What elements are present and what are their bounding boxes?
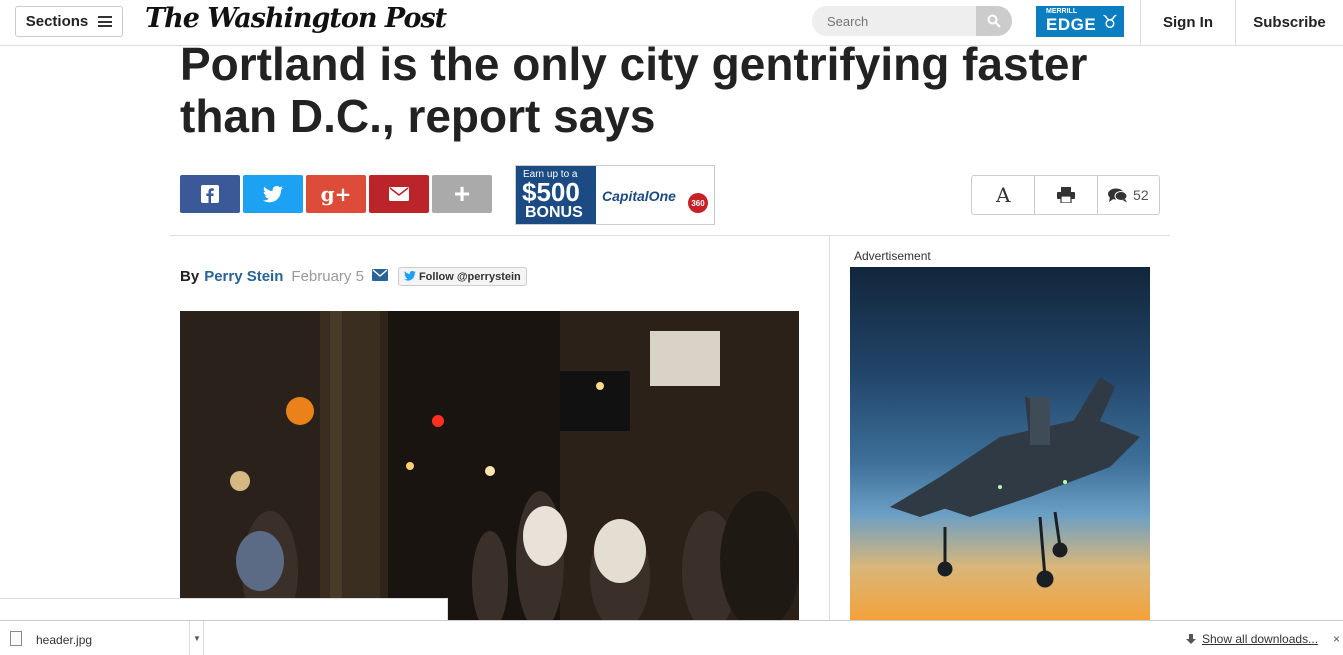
sign-in-link[interactable]: Sign In (1140, 0, 1235, 45)
bull-logo-icon: ♉ (1101, 12, 1118, 32)
twitter-icon (263, 185, 283, 202)
share-more-button[interactable]: + (432, 175, 492, 213)
headline-line-1: Portland is the only city gentrifying fa… (180, 38, 1088, 90)
font-size-button[interactable]: A (972, 176, 1034, 214)
follow-twitter-button[interactable]: Follow @perrystein (397, 267, 527, 286)
merrill-ad-main-text: EDGE (1046, 15, 1097, 34)
byline: By Perry Stein February 5 Follow @perrys… (180, 267, 527, 286)
washington-post-logo[interactable]: The Washington Post (145, 3, 447, 34)
show-all-downloads-link[interactable]: Show all downloads... (1186, 632, 1318, 646)
article-photo[interactable] (180, 311, 799, 620)
email-author-icon[interactable] (371, 268, 388, 285)
file-icon (10, 631, 22, 646)
headline-line-2: than D.C., report says (180, 90, 656, 142)
street-scene-image (180, 311, 799, 620)
downloads-bar: header.jpg ▼ Show all downloads... × (0, 620, 1343, 655)
article-headline: Portland is the only city gentrifying fa… (180, 38, 1140, 142)
sections-button[interactable]: Sections (15, 6, 123, 37)
print-icon (1057, 187, 1075, 203)
google-plus-icon: g+ (320, 182, 352, 206)
download-item[interactable]: header.jpg ▼ (0, 621, 204, 655)
vertical-divider (829, 236, 830, 620)
font-size-icon: A (995, 183, 1011, 207)
plus-icon: + (453, 178, 471, 209)
advertisement-label: Advertisement (854, 249, 931, 263)
print-button[interactable] (1034, 176, 1096, 214)
capital-one-logo: CapitalOne (602, 188, 676, 204)
share-twitter-button[interactable] (243, 175, 303, 213)
comment-count: 52 (1133, 187, 1149, 203)
ad-amount-text: $500 (522, 177, 580, 207)
sections-label: Sections (25, 13, 89, 30)
horizontal-divider (170, 235, 1170, 236)
follow-label: Follow @perrystein (418, 270, 521, 283)
ad-bonus-panel: Earn up to a $500 BONUS (516, 166, 596, 224)
comments-icon (1108, 188, 1128, 202)
search-box (812, 6, 1012, 36)
comments-button[interactable]: 52 (1096, 176, 1159, 214)
jet-image (890, 377, 1140, 588)
chevron-down-icon[interactable]: ▼ (189, 621, 204, 655)
close-icon[interactable]: × (1333, 632, 1340, 646)
download-popup-area (0, 598, 448, 620)
facebook-icon (201, 185, 219, 203)
twitter-bird-icon (404, 270, 416, 284)
search-input[interactable] (812, 6, 977, 36)
search-button[interactable] (976, 6, 1012, 36)
sidebar-advertisement[interactable] (850, 267, 1150, 620)
capital-one-ad[interactable]: Earn up to a $500 BONUS CapitalOne 360 (515, 165, 715, 225)
download-file-name: header.jpg (36, 633, 93, 647)
search-icon (987, 14, 1001, 28)
ad-360-badge: 360 (688, 193, 708, 213)
publish-date: February 5 (291, 268, 364, 285)
ad-bonus-text: BONUS (525, 204, 583, 221)
author-link[interactable]: Perry Stein (204, 268, 283, 285)
share-googleplus-button[interactable]: g+ (306, 175, 366, 213)
byline-by-label: By (180, 268, 200, 285)
show-all-label: Show all downloads... (1202, 632, 1319, 646)
hamburger-menu-icon (98, 16, 113, 27)
download-arrow-icon (1186, 633, 1196, 644)
merrill-edge-ad[interactable]: MERRILL EDGE ♉ (1036, 6, 1124, 37)
share-facebook-button[interactable] (180, 175, 240, 213)
subscribe-link[interactable]: Subscribe (1235, 0, 1343, 45)
article-tools: A 52 (971, 175, 1160, 215)
email-icon (389, 187, 409, 201)
share-email-button[interactable] (369, 175, 429, 213)
